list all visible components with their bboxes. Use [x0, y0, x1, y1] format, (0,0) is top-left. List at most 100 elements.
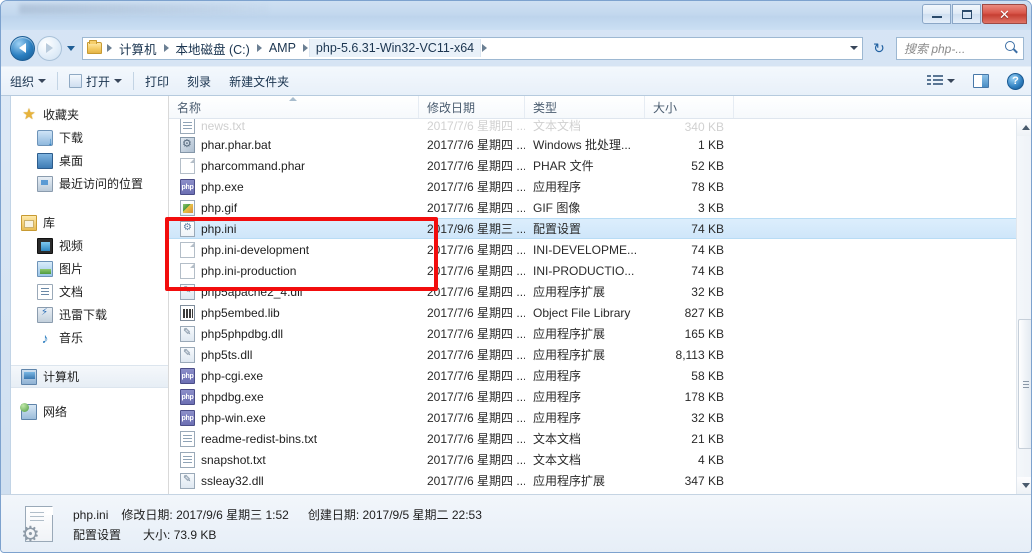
back-button[interactable]	[10, 35, 35, 61]
file-date: 2017/7/6 星期四 ...	[427, 453, 525, 467]
scroll-up-button[interactable]	[1017, 119, 1031, 136]
star-icon: ★	[22, 105, 36, 123]
breadcrumb-item-computer[interactable]: 计算机	[113, 38, 163, 59]
new-folder-button[interactable]: 新建文件夹	[220, 69, 298, 93]
sidebar-item-network[interactable]: 网络	[1, 400, 168, 423]
table-row[interactable]: ssleay32.dll 2017/7/6 星期四 ... 应用程序扩展 347…	[169, 470, 1016, 491]
sidebar-item-computer[interactable]: 计算机	[1, 365, 168, 388]
help-icon: ?	[1007, 72, 1024, 90]
sidebar-item-label: 视频	[59, 239, 84, 253]
file-date: 2017/7/6 星期四 ...	[427, 327, 525, 341]
file-date: 2017/7/6 星期四 ...	[427, 306, 525, 320]
table-row[interactable]: php5embed.lib 2017/7/6 星期四 ... Object Fi…	[169, 302, 1016, 323]
file-type: Object File Library	[533, 305, 631, 320]
column-header-date[interactable]: 修改日期	[419, 96, 525, 118]
table-row-selected[interactable]: php.ini 2017/9/6 星期三 ... 配置设置 74 KB	[169, 218, 1016, 239]
sidebar-item-libraries[interactable]: 库	[1, 211, 168, 234]
details-pane: ⚙ php.ini 修改日期: 2017/9/6 星期三 1:52 创建日期: …	[1, 494, 1031, 552]
refresh-icon: ↻	[873, 39, 885, 56]
organize-button[interactable]: 组织	[1, 69, 55, 93]
close-button[interactable]: ✕	[982, 4, 1027, 24]
document-icon	[69, 74, 83, 88]
sidebar-item-recent-places[interactable]: 最近访问的位置	[1, 172, 168, 195]
details-filetype: 配置设置	[73, 528, 122, 542]
refresh-button[interactable]: ↻	[868, 37, 890, 60]
table-row[interactable]: php5phpdbg.dll 2017/7/6 星期四 ... 应用程序扩展 1…	[169, 323, 1016, 344]
minimize-icon	[931, 15, 942, 18]
print-button[interactable]: 打印	[136, 69, 178, 93]
maximize-button[interactable]	[952, 4, 981, 24]
table-row[interactable]: readme-redist-bins.txt 2017/7/6 星期四 ... …	[169, 428, 1016, 449]
sidebar-item-documents[interactable]: 文档	[1, 280, 168, 303]
sidebar-item-music[interactable]: ♪ 音乐	[1, 326, 168, 349]
file-size: 347 KB	[684, 473, 724, 488]
table-row[interactable]: php.ini-production 2017/7/6 星期四 ... INI-…	[169, 260, 1016, 281]
burn-button[interactable]: 刻录	[178, 69, 220, 93]
table-row[interactable]: php php.exe 2017/7/6 星期四 ... 应用程序 78 KB	[169, 176, 1016, 197]
table-row[interactable]: php5ts.dll 2017/7/6 星期四 ... 应用程序扩展 8,113…	[169, 344, 1016, 365]
table-row[interactable]: phar.phar.bat 2017/7/6 星期四 ... Windows 批…	[169, 134, 1016, 155]
file-type: 应用程序	[533, 369, 582, 383]
sidebar-item-downloads[interactable]: 下载	[1, 126, 168, 149]
sidebar-item-videos[interactable]: 视频	[1, 234, 168, 257]
sidebar-item-thunder-download[interactable]: 迅雷下载	[1, 303, 168, 326]
file-name: php.gif	[201, 200, 238, 215]
breadcrumb-item-current-folder[interactable]: php-5.6.31-Win32-VC11-x64	[308, 39, 482, 57]
open-button[interactable]: 打开	[60, 69, 131, 93]
details-size: 大小: 73.9 KB	[143, 526, 216, 543]
organize-label: 组织	[10, 74, 35, 89]
column-header-name[interactable]: 名称	[169, 96, 419, 118]
breadcrumb-dropdown-button[interactable]	[845, 38, 862, 59]
preview-pane-button[interactable]	[964, 69, 998, 93]
table-row[interactable]: php php-cgi.exe 2017/7/6 星期四 ... 应用程序 58 …	[169, 365, 1016, 386]
chevron-down-icon	[849, 46, 858, 50]
php-exe-icon: php	[180, 178, 195, 195]
navigation-pane[interactable]: ★ 收藏夹 下载 桌面 最近访问的位置	[1, 96, 169, 494]
table-row[interactable]: php.ini-development 2017/7/6 星期四 ... INI…	[169, 239, 1016, 260]
file-size: 340 KB	[684, 120, 724, 134]
documents-icon	[37, 283, 53, 300]
help-button[interactable]: ?	[998, 69, 1031, 93]
file-type: 文本文档	[533, 119, 582, 133]
table-row[interactable]: news.txt 2017/7/6 星期四 ... 文本文档 340 KB	[169, 119, 1016, 134]
vertical-scrollbar[interactable]	[1016, 119, 1031, 494]
column-header-date-label: 修改日期	[427, 100, 476, 115]
scrollbar-thumb[interactable]	[1018, 319, 1031, 449]
search-input[interactable]: 搜索 php-...	[896, 36, 1024, 60]
forward-button[interactable]	[37, 35, 62, 61]
table-row[interactable]: snapshot.txt 2017/7/6 星期四 ... 文本文档 4 KB	[169, 449, 1016, 470]
table-row[interactable]: php php-win.exe 2017/7/6 星期四 ... 应用程序 32 …	[169, 407, 1016, 428]
sidebar-item-label: 收藏夹	[43, 108, 80, 122]
table-row[interactable]: php phpdbg.exe 2017/7/6 星期四 ... 应用程序 178 …	[169, 386, 1016, 407]
picture-icon	[37, 260, 53, 277]
file-size: 32 KB	[691, 410, 724, 425]
text-file-icon	[180, 119, 195, 134]
sidebar-item-label: 库	[43, 216, 56, 230]
history-dropdown-button[interactable]	[63, 36, 78, 60]
table-row[interactable]: php5apache2_4.dll 2017/7/6 星期四 ... 应用程序扩…	[169, 281, 1016, 302]
scroll-down-button[interactable]	[1017, 477, 1031, 494]
minimize-button[interactable]	[922, 4, 951, 24]
file-name: php5phpdbg.dll	[201, 326, 284, 341]
view-options-button[interactable]	[918, 69, 964, 93]
sidebar-item-pictures[interactable]: 图片	[1, 257, 168, 280]
table-row[interactable]: php.gif 2017/7/6 星期四 ... GIF 图像 3 KB	[169, 197, 1016, 218]
file-size: 3 KB	[697, 200, 724, 215]
file-name: php.ini-development	[201, 242, 310, 257]
column-header-size[interactable]: 大小	[645, 96, 734, 118]
file-type: 应用程序扩展	[533, 348, 606, 362]
breadcrumb-separator-icon	[107, 44, 112, 52]
search-icon[interactable]	[1003, 40, 1019, 56]
column-header-type[interactable]: 类型	[525, 96, 645, 118]
sidebar-item-desktop[interactable]: 桌面	[1, 149, 168, 172]
file-size: 74 KB	[691, 242, 724, 257]
breadcrumb-item-amp[interactable]: AMP	[263, 39, 302, 57]
table-row[interactable]: pharcommand.phar 2017/7/6 星期四 ... PHAR 文…	[169, 155, 1016, 176]
breadcrumb[interactable]: 计算机 本地磁盘 (C:) AMP php-5.6.31-Win32-VC11-…	[82, 36, 863, 60]
command-toolbar: 组织 打开 打印 刻录 新建文件夹 ?	[1, 66, 1031, 96]
music-icon: ♪	[41, 329, 49, 346]
desktop-icon	[37, 152, 53, 169]
breadcrumb-item-local-disk[interactable]: 本地磁盘 (C:)	[170, 38, 256, 59]
sidebar-item-favorites[interactable]: ★ 收藏夹	[1, 103, 168, 126]
